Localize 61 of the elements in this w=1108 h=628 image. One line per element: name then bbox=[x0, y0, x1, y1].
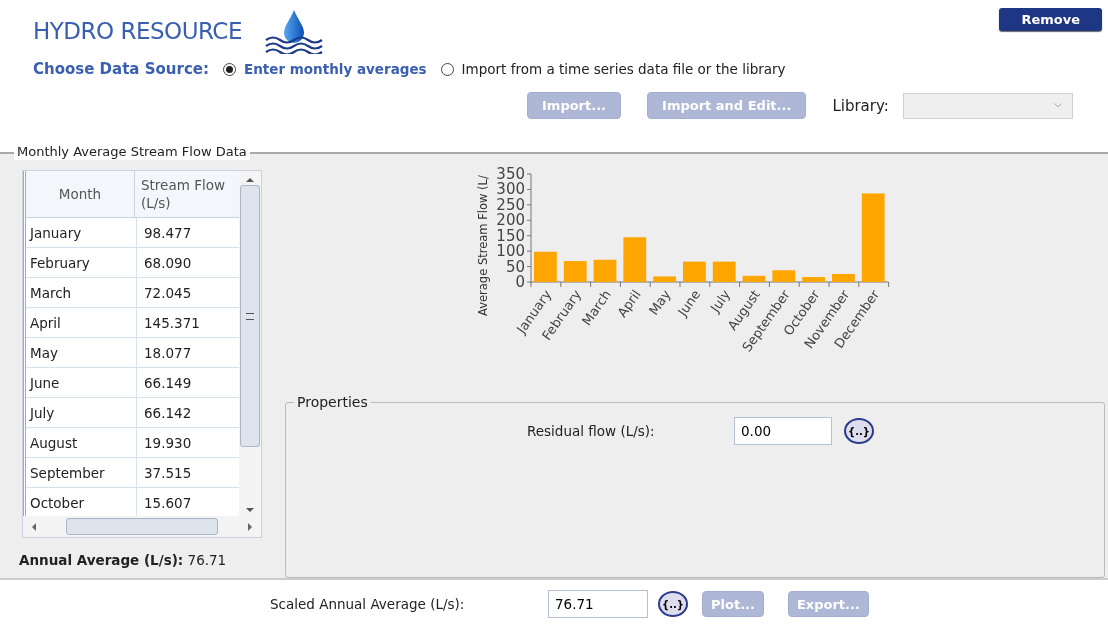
y-tick-label: 0 bbox=[515, 273, 525, 291]
annual-average-value: 76.71 bbox=[187, 552, 227, 568]
data-source-label: Choose Data Source: bbox=[33, 60, 209, 78]
horizontal-scrollbar[interactable] bbox=[23, 516, 261, 537]
table-cell: July bbox=[26, 398, 137, 427]
bar bbox=[593, 259, 617, 282]
radio-label[interactable]: Enter monthly averages bbox=[243, 61, 427, 77]
table-cell: April bbox=[26, 308, 137, 337]
table-cell: August bbox=[26, 428, 137, 457]
vertical-scrollbar[interactable] bbox=[239, 171, 261, 517]
table-cell: February bbox=[26, 248, 137, 277]
bar bbox=[623, 237, 647, 282]
scaled-average-label: Scaled Annual Average (L/s): bbox=[270, 596, 466, 612]
residual-flow-label: Residual flow (L/s): bbox=[527, 423, 656, 439]
radio-button[interactable] bbox=[222, 62, 236, 76]
group-title: Monthly Average Stream Flow Data bbox=[14, 144, 250, 160]
column-header[interactable]: Stream Flow (L/s) bbox=[135, 171, 241, 217]
scaled-average-field[interactable]: 76.71 bbox=[548, 590, 648, 618]
residual-flow-field[interactable]: 0.00 bbox=[734, 417, 832, 445]
annual-average-label: Annual Average (L/s): bbox=[19, 552, 184, 568]
variable-button[interactable]: {..} bbox=[658, 591, 688, 617]
scroll-right-icon[interactable] bbox=[247, 521, 253, 532]
variable-button[interactable]: {..} bbox=[844, 418, 874, 444]
table-cell[interactable]: 19.930 bbox=[137, 428, 241, 457]
table-cell[interactable]: 145.371 bbox=[137, 308, 241, 337]
bar bbox=[534, 251, 557, 282]
table-cell[interactable]: 68.090 bbox=[137, 248, 241, 277]
table-cell[interactable]: 15.607 bbox=[137, 488, 241, 517]
bar bbox=[563, 261, 587, 282]
bar bbox=[653, 276, 676, 282]
radio-label[interactable]: Import from a time series data file or the library bbox=[461, 61, 786, 77]
water-drop-icon bbox=[263, 8, 324, 54]
table-cell: May bbox=[26, 338, 137, 367]
table-cell[interactable]: 18.077 bbox=[137, 338, 241, 367]
table-cell[interactable]: 66.142 bbox=[137, 398, 241, 427]
table-cell[interactable]: 72.045 bbox=[137, 278, 241, 307]
bar bbox=[712, 261, 736, 282]
scroll-up-icon[interactable] bbox=[245, 177, 255, 183]
bar bbox=[802, 277, 825, 282]
group-title: Properties bbox=[294, 393, 371, 411]
chevron-down-icon bbox=[1053, 103, 1062, 108]
y-tick-label: 350 bbox=[496, 165, 525, 183]
remove-button[interactable]: Remove bbox=[999, 8, 1102, 31]
table-cell[interactable]: 66.149 bbox=[137, 368, 241, 397]
scroll-left-icon[interactable] bbox=[31, 521, 37, 532]
column-header[interactable]: Month bbox=[26, 171, 135, 217]
bar bbox=[742, 275, 766, 282]
scroll-down-icon[interactable] bbox=[245, 507, 255, 513]
table-cell[interactable]: 98.477 bbox=[137, 218, 241, 247]
bar bbox=[683, 261, 706, 282]
bar bbox=[832, 274, 855, 282]
y-axis-title: Average Stream Flow (L/ bbox=[476, 175, 490, 316]
table-cell[interactable]: 37.515 bbox=[137, 458, 241, 487]
library-label: Library: bbox=[832, 96, 889, 115]
app-title: HYDRO RESOURCE bbox=[33, 18, 242, 44]
table-cell: March bbox=[26, 278, 137, 307]
table-cell: January bbox=[26, 218, 137, 247]
bar bbox=[772, 270, 796, 282]
table-cell: September bbox=[26, 458, 137, 487]
radio-button[interactable] bbox=[440, 62, 454, 76]
table-cell: June bbox=[26, 368, 137, 397]
